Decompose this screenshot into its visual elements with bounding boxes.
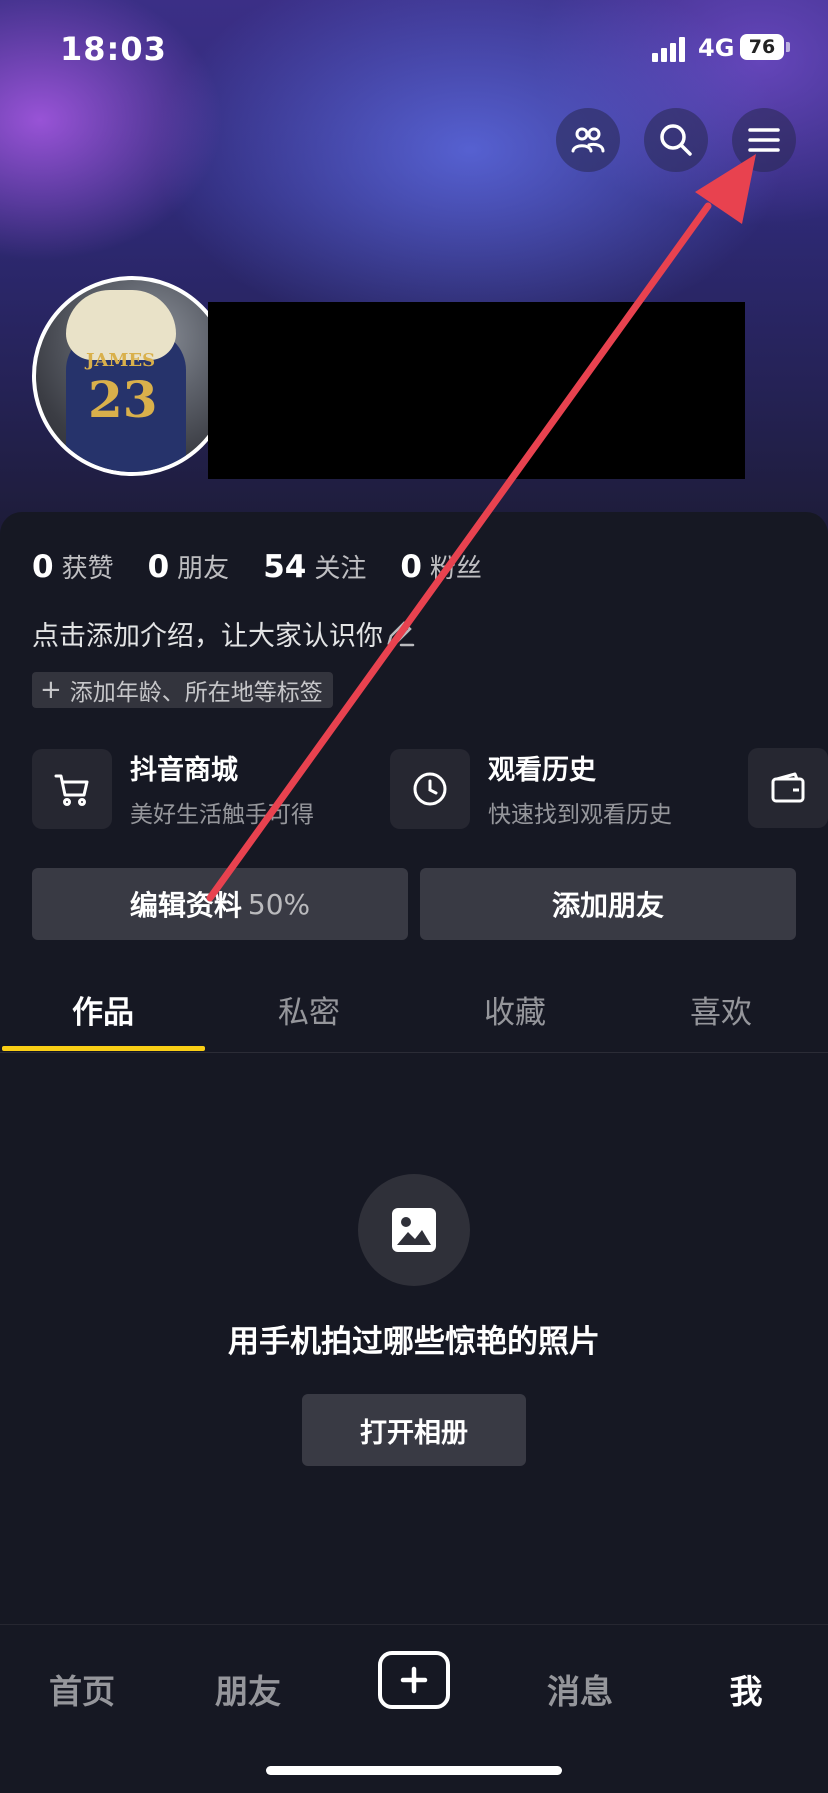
avatar-jersey-number: 23: [88, 370, 158, 429]
redacted-username: [208, 302, 745, 479]
shortcut-history-title: 观看历史: [488, 755, 596, 786]
tab-likes[interactable]: 喜欢: [618, 978, 824, 1048]
shortcut-mall-title: 抖音商城: [130, 755, 238, 786]
image-icon: [392, 1208, 436, 1252]
clock-icon: [413, 772, 447, 805]
nav-messages[interactable]: 消息: [510, 1665, 650, 1713]
shortcut-mall-subtitle: 美好生活触手可得: [130, 802, 314, 828]
shortcut-mall[interactable]: 抖音商城 美好生活触手可得: [32, 748, 314, 829]
cart-icon: [54, 774, 89, 806]
wallet-icon: [771, 772, 805, 803]
active-tab-indicator: [2, 1046, 205, 1051]
nav-friends[interactable]: 朋友: [178, 1665, 318, 1713]
add-tags-label: 添加年龄、所在地等标签: [69, 680, 323, 706]
empty-state-text: 用手机拍过哪些惊艳的照片: [228, 1324, 600, 1360]
clock-icon-wrap: [390, 748, 470, 829]
bio-placeholder[interactable]: 点击添加介绍，让大家认识你: [32, 614, 417, 653]
stat-following-value: 54: [263, 548, 307, 585]
status-time: 18:03: [60, 30, 167, 68]
shortcut-history-subtitle: 快速找到观看历史: [488, 802, 672, 828]
stat-friends-label: 朋友: [177, 553, 230, 584]
add-tags-button[interactable]: + 添加年龄、所在地等标签: [32, 672, 333, 708]
battery-icon: 76: [740, 34, 784, 60]
network-type: 4G: [698, 34, 735, 62]
edit-profile-button[interactable]: 编辑资料 50%: [32, 868, 408, 940]
stat-likes-value: 0: [32, 548, 54, 585]
stat-friends-value: 0: [147, 548, 170, 585]
plus-icon: +: [40, 675, 62, 705]
profile-tabs: 作品 私密 收藏 喜欢: [0, 978, 828, 1053]
avatar[interactable]: JAMES 23: [32, 276, 232, 476]
stat-followers[interactable]: 0 粉丝: [400, 548, 482, 585]
shortcut-wallet[interactable]: [748, 748, 828, 828]
edit-profile-progress: 50%: [247, 887, 311, 921]
battery-tip: [786, 42, 790, 52]
shortcut-mall-text: 抖音商城 美好生活触手可得: [130, 748, 314, 829]
stat-followers-value: 0: [400, 548, 422, 585]
friends-button[interactable]: [556, 108, 620, 172]
menu-icon: [748, 128, 780, 152]
friends-icon: [571, 127, 605, 153]
stat-likes-label: 获赞: [61, 553, 114, 584]
open-album-button[interactable]: 打开相册: [302, 1394, 526, 1466]
edit-profile-label: 编辑资料: [129, 889, 242, 922]
empty-state-icon: [358, 1174, 470, 1286]
wallet-icon-wrap: [748, 748, 828, 828]
plus-icon: [400, 1666, 428, 1694]
add-friend-label: 添加朋友: [551, 889, 664, 922]
shortcut-history[interactable]: 观看历史 快速找到观看历史: [390, 748, 672, 829]
bio-text: 点击添加介绍，让大家认识你: [32, 621, 383, 652]
shortcut-history-text: 观看历史 快速找到观看历史: [488, 748, 672, 829]
cart-icon-wrap: [32, 748, 112, 829]
stat-followers-label: 粉丝: [429, 553, 482, 584]
create-button[interactable]: [378, 1651, 450, 1709]
nav-home[interactable]: 首页: [12, 1665, 152, 1713]
menu-button[interactable]: [732, 108, 796, 172]
stat-following-label: 关注: [314, 553, 367, 584]
search-icon: [660, 124, 692, 156]
tab-favorites[interactable]: 收藏: [412, 978, 618, 1048]
tab-private[interactable]: 私密: [206, 978, 412, 1048]
add-friend-button[interactable]: 添加朋友: [420, 868, 796, 940]
stat-friends[interactable]: 0 朋友: [148, 548, 230, 585]
stat-likes[interactable]: 0 获赞: [32, 548, 114, 585]
stat-following[interactable]: 54 关注: [263, 548, 366, 585]
status-bar: 18:03 4G 76: [0, 0, 828, 100]
tab-works[interactable]: 作品: [0, 978, 206, 1048]
search-button[interactable]: [644, 108, 708, 172]
nav-me[interactable]: 我: [676, 1665, 816, 1713]
edit-pencil-icon: [387, 620, 415, 646]
home-indicator: [266, 1766, 562, 1775]
profile-stats: 0 获赞 0 朋友 54 关注 0 粉丝: [32, 544, 516, 588]
signal-icon: [652, 36, 692, 62]
avatar-jersey-name: JAMES: [86, 350, 156, 371]
